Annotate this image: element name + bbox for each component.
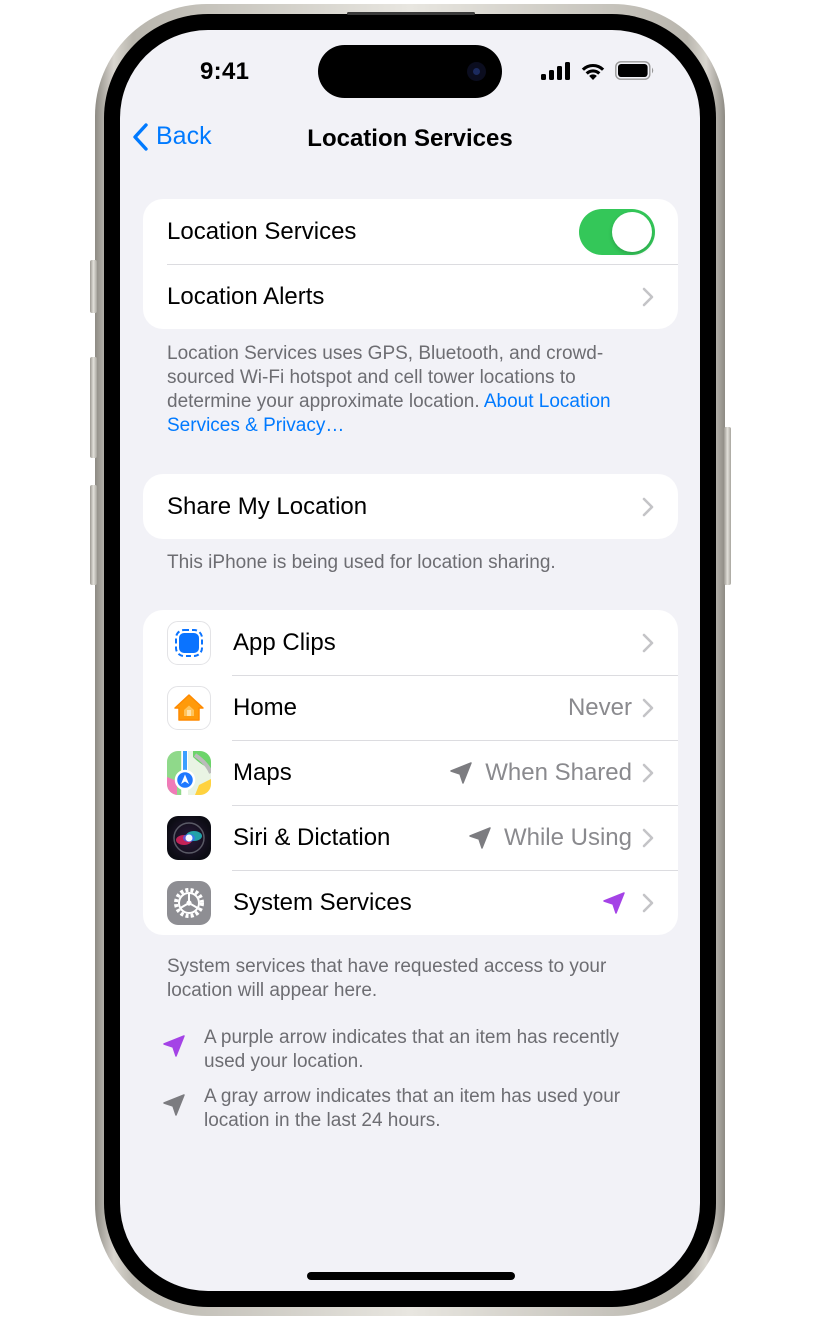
toggle-knob xyxy=(612,211,652,252)
cellular-signal-icon xyxy=(541,61,570,80)
chevron-right-icon xyxy=(642,633,654,652)
app-row-app-clips[interactable]: App Clips xyxy=(143,610,678,675)
location-services-row: Location Services xyxy=(143,199,678,264)
legend-text: A gray arrow indicates that an item has … xyxy=(204,1086,621,1131)
speaker-grille xyxy=(347,12,475,15)
app-row-system-services[interactable]: System Services xyxy=(143,870,678,935)
app-permission-value: When Shared xyxy=(485,758,632,786)
status-time: 9:41 xyxy=(200,58,250,85)
chevron-right-icon xyxy=(642,893,654,912)
volume-down-button xyxy=(90,485,97,585)
page-title: Location Services xyxy=(307,125,513,152)
status-icons xyxy=(541,61,655,80)
legend-purple-arrow: A purple arrow indicates that an item ha… xyxy=(162,1026,662,1074)
dynamic-island xyxy=(318,45,502,98)
app-permission-value: Never xyxy=(567,693,632,721)
app-name: Home xyxy=(233,693,298,721)
maps-app-icon xyxy=(167,750,211,795)
location-services-footnote: Location Services uses GPS, Bluetooth, a… xyxy=(167,342,657,438)
app-row-siri-dictation[interactable]: Siri & Dictation While Using xyxy=(143,805,678,870)
phone-screen: 9:41 Back Location Services Location Ser… xyxy=(120,30,700,1291)
app-permission-value: While Using xyxy=(503,823,632,851)
location-alerts-row[interactable]: Location Alerts xyxy=(143,264,678,329)
front-camera-icon xyxy=(467,62,486,81)
location-arrow-gray-icon xyxy=(450,761,472,784)
share-my-location-row[interactable]: Share My Location xyxy=(143,474,678,539)
share-location-footnote: This iPhone is being used for location s… xyxy=(167,552,556,573)
legend-gray-arrow: A gray arrow indicates that an item has … xyxy=(162,1085,662,1133)
app-name: Maps xyxy=(233,758,292,786)
home-indicator[interactable] xyxy=(307,1272,515,1280)
chevron-right-icon xyxy=(642,698,654,717)
chevron-right-icon xyxy=(642,287,654,306)
battery-icon xyxy=(615,61,654,80)
location-alerts-label: Location Alerts xyxy=(167,282,325,310)
location-arrow-purple-icon xyxy=(603,891,625,914)
action-button xyxy=(90,260,97,313)
apps-group: App Clips Home Never Maps When Shared Si… xyxy=(143,610,678,935)
location-arrow-purple-icon xyxy=(163,1035,185,1057)
location-services-toggle[interactable] xyxy=(579,208,655,255)
location-arrow-gray-icon xyxy=(163,1094,185,1116)
location-arrow-gray-icon xyxy=(469,826,491,849)
app-name: System Services xyxy=(233,888,412,916)
app-row-maps[interactable]: Maps When Shared xyxy=(143,740,678,805)
chevron-right-icon xyxy=(642,763,654,782)
app-clips-icon xyxy=(167,620,211,665)
app-name: Siri & Dictation xyxy=(233,823,391,851)
chevron-right-icon xyxy=(642,828,654,847)
legend-text: A purple arrow indicates that an item ha… xyxy=(204,1027,620,1072)
side-power-button xyxy=(724,427,731,585)
volume-up-button xyxy=(90,357,97,458)
location-settings-group: Location Services Location Alerts xyxy=(143,199,678,329)
share-location-group: Share My Location xyxy=(143,474,678,539)
chevron-right-icon xyxy=(642,497,654,516)
wifi-icon xyxy=(581,63,605,80)
home-app-icon xyxy=(167,685,211,730)
system-services-gear-icon xyxy=(167,880,211,925)
siri-icon xyxy=(167,815,211,860)
apps-footnote: System services that have requested acce… xyxy=(167,956,607,1001)
app-name: App Clips xyxy=(233,628,336,656)
app-row-home[interactable]: Home Never xyxy=(143,675,678,740)
location-services-label: Location Services xyxy=(167,217,357,245)
share-my-location-label: Share My Location xyxy=(167,492,368,520)
